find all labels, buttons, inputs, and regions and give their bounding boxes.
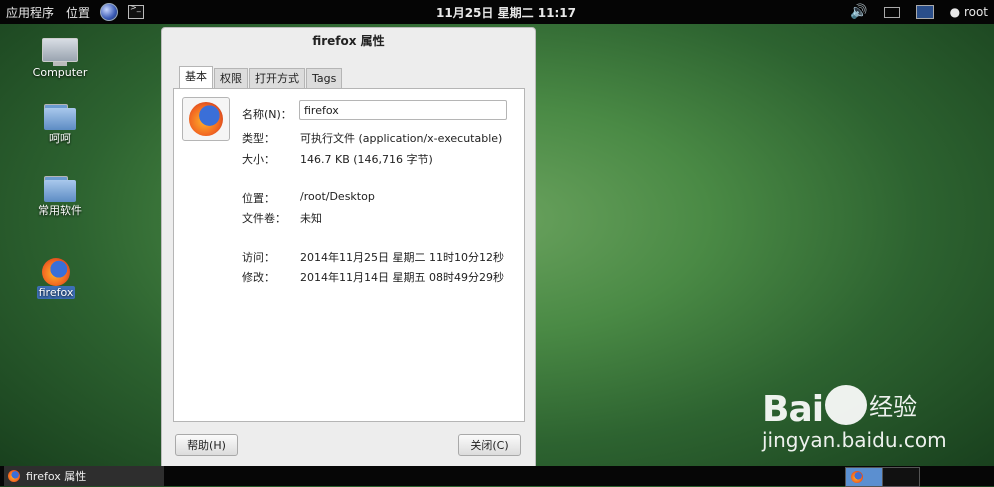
desktop-icon-computer[interactable]: Computer [28, 38, 92, 79]
terminal-launcher-icon[interactable] [128, 3, 145, 19]
location-value: /root/Desktop [300, 190, 375, 203]
firefox-icon [851, 471, 863, 483]
dialog-title: firefox 属性 [312, 34, 385, 48]
watermark-url: jingyan.baidu.com [762, 428, 947, 452]
workspace-2[interactable] [882, 467, 920, 487]
volume-value: 未知 [300, 212, 322, 225]
dialog-tabs: 基本 权限 打开方式 Tags [179, 66, 343, 88]
type-label: 类型： [242, 132, 275, 145]
desktop-icon-folder-software[interactable]: 常用软件 [28, 176, 92, 218]
system-tray: 🔊 ● root [850, 0, 988, 24]
desktop-icon-label: Computer [32, 66, 88, 79]
desktop-icon-label: 常用软件 [38, 204, 82, 217]
clock[interactable]: 11月25日 星期二 11:17 [436, 4, 576, 21]
baidu-watermark: Bai 经验 jingyan.baidu.com [762, 385, 947, 452]
desktop-icon-label: 呵呵 [49, 132, 71, 145]
help-button[interactable]: 帮助(H) [175, 434, 238, 456]
network-icon[interactable] [915, 5, 934, 19]
desktop-icon-label: firefox [36, 286, 76, 299]
name-field[interactable] [299, 100, 507, 120]
location-label: 位置： [242, 192, 275, 205]
browser-launcher-icon[interactable] [100, 3, 119, 21]
volume-label: 文件卷： [242, 212, 286, 225]
taskbar-window-title: firefox 属性 [26, 470, 87, 483]
computer-icon [42, 38, 78, 66]
top-panel: 应用程序 位置 11月25日 星期二 11:17 🔊 ● root [0, 0, 994, 24]
firefox-icon [189, 102, 223, 136]
bottom-taskbar: firefox 属性 [0, 466, 994, 487]
firefox-icon [8, 470, 20, 482]
paw-icon [825, 385, 868, 425]
tab-open-with[interactable]: 打开方式 [249, 68, 305, 88]
file-icon-button[interactable] [182, 97, 230, 141]
folder-icon [44, 176, 76, 202]
size-label: 大小： [242, 153, 275, 166]
accessed-value: 2014年11月25日 星期二 11时10分12秒 [300, 251, 504, 264]
volume-icon[interactable]: 🔊 [850, 4, 867, 20]
places-menu[interactable]: 位置 [60, 4, 96, 21]
basic-panel: 名称(N)： 类型： 可执行文件 (application/x-executab… [173, 88, 525, 422]
size-value: 146.7 KB (146,716 字节) [300, 153, 433, 166]
keyboard-icon[interactable] [883, 6, 900, 18]
accessed-label: 访问： [242, 251, 275, 264]
properties-dialog: firefox 属性 基本 权限 打开方式 Tags 名称(N)： 类型： 可执… [161, 27, 536, 468]
firefox-icon [42, 258, 70, 286]
watermark-brand-cn: 经验 [869, 393, 918, 421]
type-value: 可执行文件 (application/x-executable) [300, 132, 503, 145]
tab-permissions[interactable]: 权限 [214, 68, 248, 88]
user-menu[interactable]: ● root [950, 5, 988, 19]
desktop-icon-firefox[interactable]: firefox [24, 258, 88, 299]
close-button[interactable]: 关闭(C) [458, 434, 521, 456]
modified-label: 修改： [242, 271, 275, 284]
applications-menu[interactable]: 应用程序 [0, 4, 60, 21]
watermark-brand: Bai [762, 389, 824, 430]
tab-tags[interactable]: Tags [306, 68, 343, 88]
desktop-icon-folder-hehe[interactable]: 呵呵 [28, 104, 92, 146]
taskbar-window-firefox-properties[interactable]: firefox 属性 [4, 466, 164, 486]
name-label: 名称(N)： [242, 108, 292, 121]
user-name: root [963, 5, 988, 19]
folder-icon [44, 104, 76, 130]
tab-basic[interactable]: 基本 [179, 66, 213, 88]
workspace-1[interactable] [845, 467, 883, 487]
modified-value: 2014年11月14日 星期五 08时49分29秒 [300, 271, 504, 284]
